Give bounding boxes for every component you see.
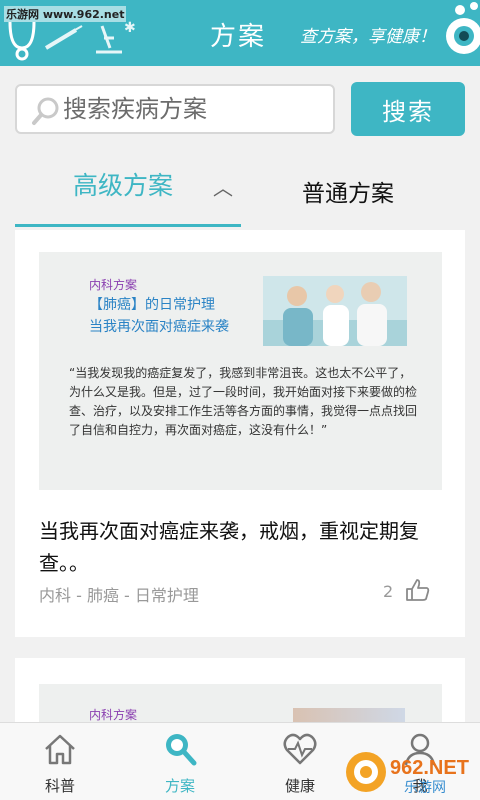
page-title: 方案	[210, 22, 267, 52]
search-box[interactable]	[15, 84, 335, 134]
search-button[interactable]: 搜索	[351, 82, 465, 136]
nav-label: 方案	[164, 777, 195, 795]
tab-active-indicator	[15, 224, 241, 227]
heart-pulse-icon	[283, 733, 317, 765]
search-input[interactable]	[63, 86, 329, 132]
thumbnail-title: 【肺癌】的日常护理 当我再次面对癌症来袭	[89, 294, 229, 338]
article-card[interactable]: 内科方案 【肺癌】的日常护理 当我再次面对癌症来袭 “当我发现我的癌症复发了，我…	[15, 230, 465, 637]
medical-doodle-icon: ✱	[8, 20, 136, 61]
article-card[interactable]: 内科方案	[15, 658, 465, 728]
thumbnail-quote: “当我发现我的癌症复发了，我感到非常沮丧。这也太不公平了，为什么又是我。但是，过…	[69, 366, 418, 437]
home-icon	[45, 734, 75, 765]
search-icon	[166, 734, 197, 766]
nav-item-plans[interactable]: 方案	[120, 723, 240, 800]
tab-advanced-label: 高级方案	[73, 171, 174, 200]
watermark-top: 乐游网 www.962.net	[4, 6, 127, 22]
tab-normal[interactable]: 普通方案	[262, 150, 462, 228]
mascot-icon	[446, 2, 480, 54]
chevron-up-icon: ︿	[213, 176, 233, 200]
article-thumbnail: 内科方案 【肺癌】的日常护理 当我再次面对癌症来袭 “当我发现我的癌症复发了，我…	[39, 252, 442, 490]
nav-label: 科普	[44, 777, 75, 795]
article-tags: 内科 - 肺癌 - 日常护理	[39, 586, 199, 605]
thumbs-up-icon[interactable]	[405, 578, 431, 602]
tab-normal-label: 普通方案	[302, 181, 394, 207]
search-icon	[32, 97, 59, 125]
nav-item-health[interactable]: 健康	[240, 723, 360, 800]
svg-text:✱: ✱	[124, 20, 136, 36]
thumbnail-category: 内科方案	[89, 708, 138, 722]
thumbnail-title-line1: 【肺癌】的日常护理	[89, 297, 215, 313]
header-slogan: 查方案，享健康！	[300, 27, 436, 47]
watermark-logo-text: 962.NET	[390, 757, 469, 779]
article-title[interactable]: 当我再次面对癌症来袭，戒烟，重视定期复查。。	[39, 515, 449, 579]
thumbnail-category: 内科方案	[89, 278, 138, 292]
thumbnail-title-line2: 当我再次面对癌症来袭	[89, 319, 229, 335]
doctor-patient-photo	[263, 276, 407, 346]
nav-item-science[interactable]: 科普	[0, 723, 120, 800]
nav-label: 健康	[284, 777, 315, 795]
like-count: 2	[383, 582, 394, 601]
watermark-logo: 962.NET 乐游网	[346, 752, 469, 796]
watermark-logo-sub: 乐游网	[404, 780, 446, 796]
tab-advanced[interactable]: 高级方案 ︿	[15, 150, 241, 228]
